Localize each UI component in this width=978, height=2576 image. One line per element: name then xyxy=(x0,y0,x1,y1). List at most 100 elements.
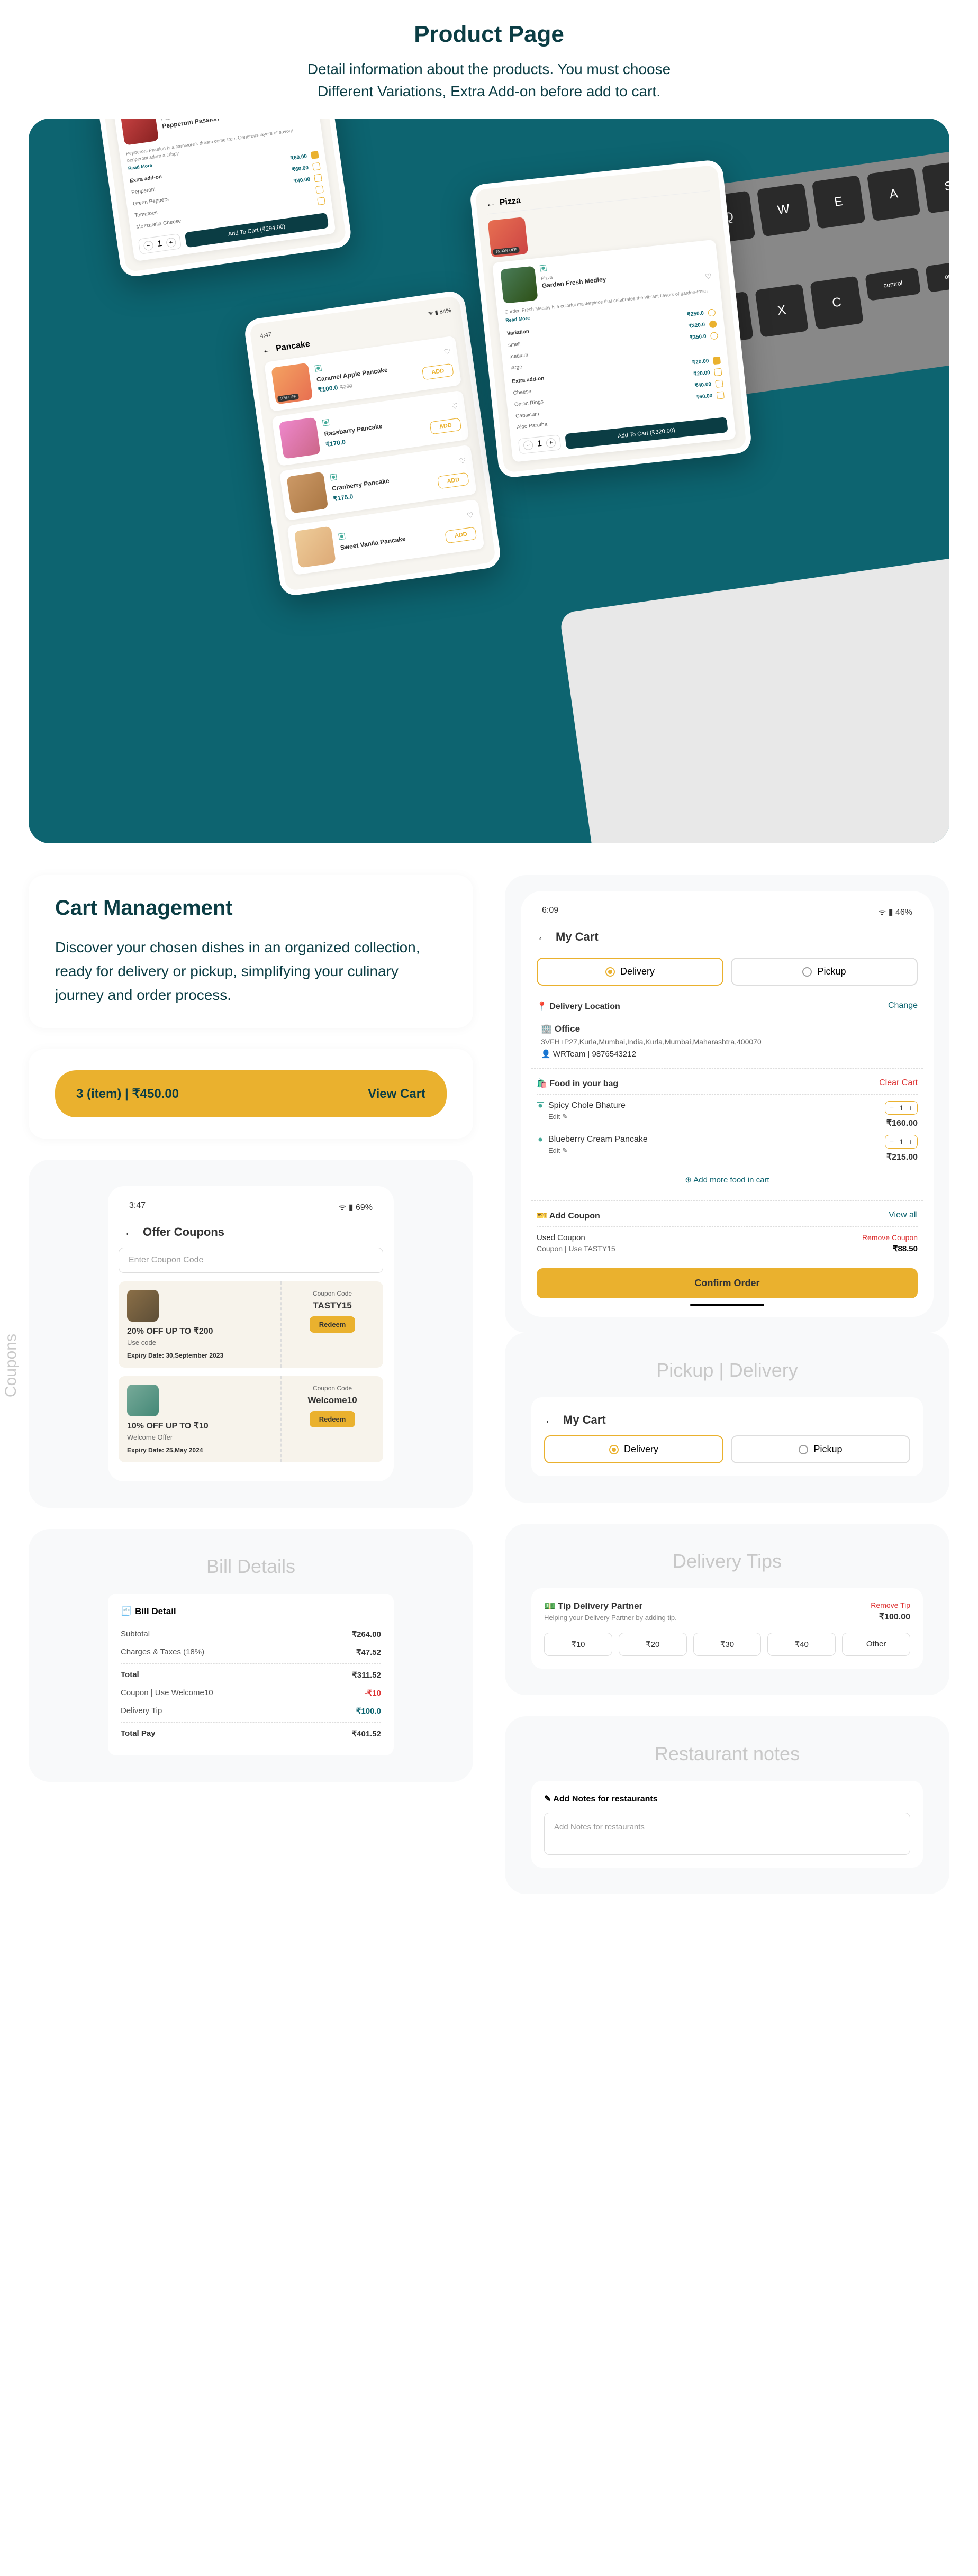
plus-icon[interactable]: + xyxy=(909,1137,913,1146)
pickup-toggle[interactable]: Pickup xyxy=(731,958,918,986)
addon-name: Aloo Paratha xyxy=(517,421,548,430)
addon-price: ₹60.00 xyxy=(292,165,309,173)
qty-value: 1 xyxy=(157,239,162,249)
delivery-toggle[interactable]: Delivery xyxy=(537,958,723,986)
cart-count: 3 (item) | ₹450.00 xyxy=(76,1086,179,1102)
add-button[interactable]: ADD xyxy=(422,363,454,380)
pickup-label: Pickup xyxy=(813,1444,842,1455)
key: S xyxy=(922,160,949,214)
notes-textarea[interactable]: Add Notes for restaurants xyxy=(544,1813,910,1855)
bill-hdr-text: Bill Detail xyxy=(135,1606,176,1617)
add-button[interactable]: ADD xyxy=(445,526,477,543)
heart-icon[interactable]: ♡ xyxy=(704,272,712,281)
qty-control[interactable]: −1+ xyxy=(885,1135,918,1149)
checkbox-icon[interactable] xyxy=(713,356,721,364)
back-icon[interactable]: ← xyxy=(537,930,548,944)
location-user: WRTeam | 9876543212 xyxy=(553,1050,636,1059)
radio-icon[interactable] xyxy=(708,308,716,316)
key: A xyxy=(867,168,921,222)
edit-link[interactable]: Edit ✎ xyxy=(548,1146,648,1155)
header-title: Pizza xyxy=(499,196,521,207)
pickup-toggle[interactable]: Pickup xyxy=(731,1435,910,1463)
ticket-icon: 🎫 xyxy=(537,1212,547,1221)
checkbox-icon[interactable] xyxy=(315,186,324,194)
plus-icon[interactable]: + xyxy=(166,237,176,248)
tip-option[interactable]: Other xyxy=(842,1633,910,1656)
back-icon[interactable]: ← xyxy=(124,1225,135,1239)
status-right: ᯤ ▮ 46% xyxy=(879,906,912,917)
qty-control[interactable]: − 1 + xyxy=(518,434,562,454)
redeem-button[interactable]: Redeem xyxy=(310,1411,356,1427)
coupons-section: Coupons 3:47 ᯤ ▮ 69% ← Offer Coupons Ent… xyxy=(29,1160,473,1508)
heart-icon[interactable]: ♡ xyxy=(466,510,474,520)
item-price: ₹160.00 xyxy=(885,1118,918,1128)
change-link[interactable]: Change xyxy=(888,1001,918,1012)
food-name: Cranberry Pancake xyxy=(331,471,431,492)
food-name: Rassbarry Pancake xyxy=(324,416,423,438)
add-more-link[interactable]: ⊕ Add more food in cart xyxy=(537,1169,918,1191)
checkbox-icon[interactable] xyxy=(312,162,321,171)
radio-icon xyxy=(802,967,812,977)
add-button[interactable]: ADD xyxy=(430,417,462,434)
bill-details-section: Bill Details 🧾 Bill Detail Subtotal₹264.… xyxy=(29,1529,473,1782)
qty-control[interactable]: − 1 + xyxy=(138,233,182,254)
food-item-name: Blueberry Cream Pancake xyxy=(548,1135,648,1144)
minus-icon[interactable]: − xyxy=(890,1137,894,1146)
add-button[interactable]: ADD xyxy=(437,472,469,489)
radio-icon[interactable] xyxy=(709,320,717,328)
minus-icon[interactable]: − xyxy=(890,1104,894,1112)
status-right: ᯤ ▮ 69% xyxy=(339,1201,373,1213)
plus-icon[interactable]: + xyxy=(546,438,556,448)
heart-icon[interactable]: ♡ xyxy=(443,347,451,357)
discount-badge: 95.30% OFF xyxy=(493,247,520,255)
pd-title: My Cart xyxy=(563,1413,606,1427)
redeem-button[interactable]: Redeem xyxy=(310,1316,356,1333)
tip-option[interactable]: ₹30 xyxy=(693,1633,762,1656)
back-icon[interactable]: ← xyxy=(544,1413,556,1427)
checkbox-icon[interactable] xyxy=(717,391,725,399)
checkbox-icon[interactable] xyxy=(714,368,722,376)
status-right: ᯤ ▮ 84% xyxy=(428,306,452,317)
clear-cart-link[interactable]: Clear Cart xyxy=(879,1078,918,1089)
page-title: Product Page xyxy=(0,21,978,48)
bill-label: Total xyxy=(121,1670,139,1680)
plus-icon[interactable]: + xyxy=(909,1104,913,1112)
back-icon[interactable]: ← xyxy=(485,198,496,210)
confirm-order-button[interactable]: Confirm Order xyxy=(537,1268,918,1298)
notes-label: Restaurant notes xyxy=(531,1743,923,1765)
coupon-input[interactable]: Enter Coupon Code xyxy=(119,1248,383,1273)
food-oldprice: ₹200 xyxy=(340,383,352,390)
phone-home-indicator xyxy=(690,1304,764,1306)
back-icon[interactable]: ← xyxy=(261,344,273,356)
tip-option[interactable]: ₹10 xyxy=(544,1633,612,1656)
delivery-tips-section: Delivery Tips 💵 Tip Delivery Partner Hel… xyxy=(505,1524,949,1695)
bag-icon: 🛍️ xyxy=(537,1079,547,1088)
checkbox-icon[interactable] xyxy=(715,379,723,387)
edit-link[interactable]: Edit ✎ xyxy=(548,1113,626,1121)
qty-control[interactable]: −1+ xyxy=(885,1101,918,1115)
checkbox-icon[interactable] xyxy=(311,151,319,159)
remove-tip-link[interactable]: Remove Tip xyxy=(871,1601,910,1609)
variation-name: large xyxy=(510,364,522,371)
checkbox-icon[interactable] xyxy=(317,197,325,205)
checkbox-icon[interactable] xyxy=(314,174,322,183)
tip-option[interactable]: ₹40 xyxy=(767,1633,836,1656)
delivery-toggle[interactable]: Delivery xyxy=(544,1435,723,1463)
viewall-link[interactable]: View all xyxy=(889,1210,918,1221)
office-icon: 🏢 xyxy=(541,1024,552,1034)
remove-coupon-link[interactable]: Remove Coupon xyxy=(862,1233,918,1242)
heart-icon[interactable]: ♡ xyxy=(451,401,459,411)
variation-name: small xyxy=(508,341,521,348)
tip-option[interactable]: ₹20 xyxy=(619,1633,687,1656)
addon-price: ₹40.00 xyxy=(694,381,711,389)
status-time: 3:47 xyxy=(129,1201,146,1213)
heart-icon[interactable]: ♡ xyxy=(459,456,467,466)
minus-icon[interactable]: − xyxy=(143,240,153,251)
coupons-title: Offer Coupons xyxy=(143,1225,224,1239)
variation-price: ₹320.0 xyxy=(688,322,705,330)
phone-mock-product-variation: ← Pizza 95.30% OFF Pizza Garden Fresh Me xyxy=(469,159,753,478)
variation-label: Variation xyxy=(506,329,529,336)
radio-icon[interactable] xyxy=(710,332,718,340)
minus-icon[interactable]: − xyxy=(523,440,533,451)
view-cart-bar[interactable]: 3 (item) | ₹450.00 View Cart xyxy=(55,1070,447,1117)
